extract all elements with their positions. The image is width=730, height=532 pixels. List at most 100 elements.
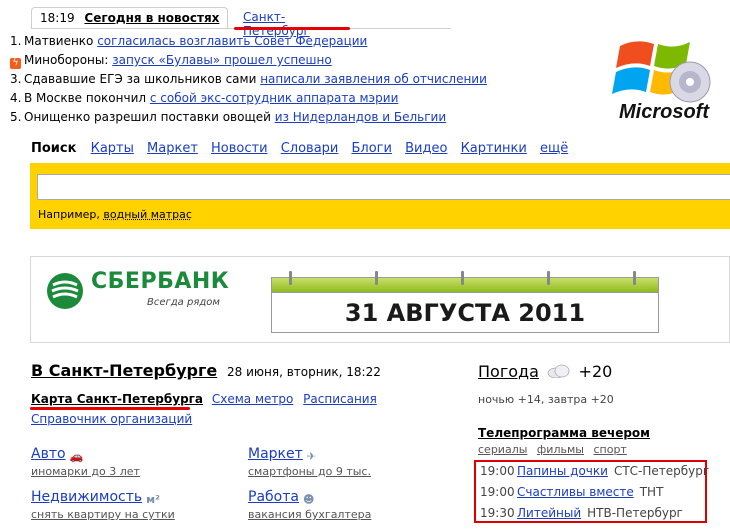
- news-list: 1. Матвиенко согласилась возглавить Совет…: [10, 32, 570, 127]
- tv-show-link[interactable]: Счастливы вместе: [517, 485, 634, 499]
- sberbank-logo-icon: [47, 273, 83, 309]
- nav-blogs[interactable]: Блоги: [352, 141, 392, 156]
- news-link[interactable]: согласилась возглавить Совет Федерации: [97, 34, 367, 48]
- news-text: Минобороны:: [24, 53, 113, 67]
- nav-market[interactable]: Маркет: [147, 141, 198, 156]
- service-jobs-desc[interactable]: вакансия бухгалтера: [248, 508, 371, 521]
- news-text: Онищенко разрешил поставки овощей: [24, 110, 275, 124]
- weather-title[interactable]: Погода: [478, 362, 539, 381]
- calendar-ring: [289, 271, 292, 285]
- city-title[interactable]: В Санкт-Петербурге: [31, 361, 217, 380]
- calendar-ring: [461, 271, 464, 285]
- service-auto-desc[interactable]: иномарки до 3 лет: [31, 465, 140, 478]
- tv-channel: ТНТ: [639, 485, 664, 499]
- news-item: 1. Матвиенко согласилась возглавить Совет…: [10, 32, 570, 51]
- orgs-directory-link[interactable]: Справочник организаций: [31, 412, 192, 426]
- news-item: 3. Сдававшие ЕГЭ за школьников сами напис…: [10, 70, 570, 89]
- tv-schedule-highlight: 19:00 Папины дочки СТС-Петербург 19:00 Счас…: [474, 460, 709, 523]
- banner-slogan: Всегда рядом: [147, 297, 220, 308]
- service-jobs-link[interactable]: Работа: [248, 489, 299, 505]
- service-realty-desc[interactable]: снять квартиру на сутки: [31, 508, 175, 521]
- city-date: 28 июня, вторник, 18:22: [227, 365, 381, 379]
- tv-category-series[interactable]: сериалы: [478, 443, 527, 456]
- tv-title[interactable]: Телепрограмма вечером: [478, 426, 650, 440]
- plane-icon: ✈: [306, 450, 316, 463]
- tv-channel: НТВ-Петербург: [587, 506, 683, 520]
- nav-dictionaries[interactable]: Словари: [281, 141, 339, 156]
- search-hint-example[interactable]: водный матрас: [103, 208, 192, 221]
- news-item: 5. Онищенко разрешил поставки овощей из Н…: [10, 108, 570, 127]
- news-link[interactable]: запуск «Булавы» прошел успешно: [112, 53, 332, 67]
- tv-row: 19:30 Литейный НТВ-Петербург: [480, 506, 683, 520]
- calendar-ring: [547, 271, 550, 285]
- nav-images[interactable]: Картинки: [461, 141, 527, 156]
- weather-forecast: ночью +14, завтра +20: [478, 393, 614, 406]
- worker-icon: ☻: [302, 493, 315, 506]
- search-hint: Например, водный матрас: [38, 208, 192, 221]
- city-block: В Санкт-Петербурге 28 июня, вторник, 18:…: [31, 361, 471, 380]
- news-time: 18:19: [40, 11, 75, 25]
- tv-row: 19:00 Папины дочки СТС-Петербург: [480, 464, 709, 478]
- service-realty: Недвижимость м² снять квартиру на сутки: [31, 489, 221, 521]
- calendar-graphic: 31 АВГУСТА 2011: [271, 271, 659, 333]
- city-map-link[interactable]: Карта Санкт-Петербурга: [31, 392, 203, 406]
- service-market-link[interactable]: Маркет: [248, 446, 303, 462]
- tv-category-films[interactable]: фильмы: [537, 443, 584, 456]
- schedules-link[interactable]: Расписания: [303, 392, 377, 406]
- news-text: В Москве покончил: [24, 91, 150, 105]
- red-underline-city-map: [30, 407, 190, 410]
- news-number: 4.: [10, 91, 22, 105]
- nav-search-current: Поиск: [31, 141, 77, 156]
- microsoft-logo[interactable]: Microsoft: [606, 36, 721, 124]
- tab-today-news[interactable]: 18:19 Сегодня в новостях: [31, 7, 229, 29]
- news-link[interactable]: из Нидерландов и Бельгии: [275, 110, 446, 124]
- sberbank-banner[interactable]: СБЕРБАНК Всегда рядом 31 АВГУСТА 2011: [30, 256, 730, 343]
- red-underline-city-tab: [234, 27, 350, 30]
- calendar-ring: [375, 271, 378, 285]
- tv-show-link[interactable]: Папины дочки: [517, 464, 608, 478]
- search-box: Например, водный матрас: [30, 163, 730, 229]
- news-link[interactable]: написали заявления об отчислении: [260, 72, 487, 86]
- orgs-directory: Справочник организаций: [31, 412, 192, 426]
- city-links: Карта Санкт-Петербурга Схема метро Распи…: [31, 392, 377, 406]
- metro-map-link[interactable]: Схема метро: [212, 392, 293, 406]
- news-item: ϟ Минобороны: запуск «Булавы» прошел успе…: [10, 51, 570, 70]
- lightning-icon: ϟ: [10, 58, 21, 69]
- service-realty-link[interactable]: Недвижимость: [31, 489, 142, 505]
- news-text: Сдававшие ЕГЭ за школьников сами: [24, 72, 261, 86]
- news-number: 3.: [10, 72, 22, 86]
- weather-widget: Погода +20: [478, 362, 612, 381]
- car-icon: 🚗: [69, 450, 84, 463]
- search-services-nav: Поиск Карты Маркет Новости Словари Блоги…: [31, 141, 577, 156]
- search-hint-prefix: Например,: [38, 208, 104, 221]
- news-tabs: 18:19 Сегодня в новостях Санкт-Петербург: [31, 7, 351, 38]
- cloud-icon: [547, 364, 570, 378]
- nav-maps[interactable]: Карты: [91, 141, 134, 156]
- calendar-ring: [633, 271, 636, 285]
- news-text: Матвиенко: [24, 34, 98, 48]
- tv-channel: СТС-Петербург: [613, 464, 710, 478]
- tv-categories: сериалы фильмы спорт: [478, 443, 633, 456]
- search-input[interactable]: [37, 174, 730, 200]
- tv-show-link[interactable]: Литейный: [517, 506, 581, 520]
- tv-time: 19:00: [480, 485, 515, 499]
- news-tab-title[interactable]: Сегодня в новостях: [84, 11, 219, 25]
- weather-temp: +20: [578, 362, 613, 381]
- nav-news[interactable]: Новости: [211, 141, 268, 156]
- service-auto: Авто 🚗 иномарки до 3 лет: [31, 446, 221, 478]
- news-number: 1.: [10, 34, 22, 48]
- service-market-desc[interactable]: смартфоны до 9 тыс.: [248, 465, 371, 478]
- nav-video[interactable]: Видео: [405, 141, 447, 156]
- logo-text: Microsoft: [619, 101, 710, 123]
- tv-time: 19:00: [480, 464, 515, 478]
- banner-brand: СБЕРБАНК: [91, 269, 230, 294]
- nav-more[interactable]: ещё: [540, 141, 568, 156]
- service-jobs: Работа ☻ вакансия бухгалтера: [248, 489, 438, 521]
- service-auto-link[interactable]: Авто: [31, 446, 66, 462]
- tv-time: 19:30: [480, 506, 515, 520]
- tv-category-sport[interactable]: спорт: [593, 443, 626, 456]
- news-item: 4. В Москве покончил с собой экс-сотрудни…: [10, 89, 570, 108]
- news-link[interactable]: с собой экс-сотрудник аппарата мэрии: [150, 91, 399, 105]
- service-market: Маркет ✈ смартфоны до 9 тыс.: [248, 446, 438, 478]
- news-number: 5.: [10, 110, 22, 124]
